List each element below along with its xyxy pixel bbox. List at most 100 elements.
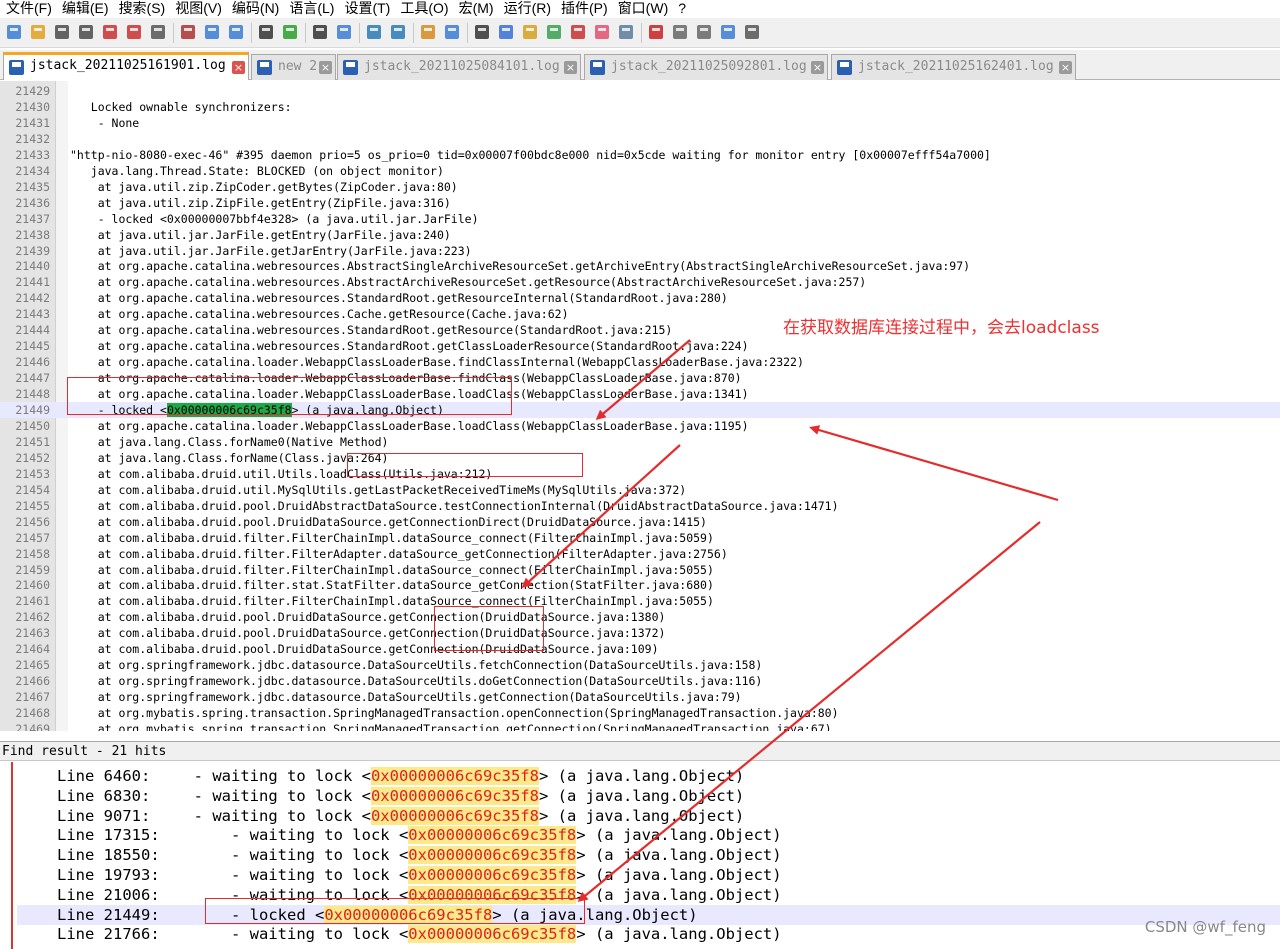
editor-line: 21456 at com.alibaba.druid.pool.DruidDat…: [0, 514, 1280, 530]
tab-label: jstack_20211025161901.log: [30, 58, 226, 73]
cut-icon[interactable]: [178, 22, 198, 42]
close-all-icon[interactable]: [124, 22, 144, 42]
menu-item-8[interactable]: 宏(M): [455, 0, 498, 16]
paste-icon[interactable]: [226, 22, 246, 42]
print-icon[interactable]: [148, 22, 168, 42]
editor-line: 21458 at com.alibaba.druid.filter.Filter…: [0, 546, 1280, 562]
copy-icon[interactable]: [202, 22, 222, 42]
find-result-row[interactable]: Line 19793: - waiting to lock <0x0000000…: [17, 865, 1280, 885]
line-text: at org.apache.catalina.loader.WebappClas…: [70, 418, 749, 433]
find-line-label: Line 21449:: [57, 905, 160, 924]
line-number: 21432: [15, 131, 50, 146]
doc-map-icon[interactable]: [544, 22, 564, 42]
toolbar-separator: [173, 23, 174, 43]
redo-icon[interactable]: [280, 22, 300, 42]
menu-item-2[interactable]: 搜索(S): [115, 0, 170, 16]
monitoring-icon[interactable]: [616, 22, 636, 42]
menu-item-7[interactable]: 工具(O): [396, 0, 452, 16]
find-result-header: Find result - 21 hits: [0, 741, 1280, 761]
find-line-label: Line 9071:: [57, 806, 151, 825]
find-result-row[interactable]: Line 17315: - waiting to lock <0x0000000…: [17, 825, 1280, 845]
find-result-row[interactable]: Line 18550: - waiting to lock <0x0000000…: [17, 845, 1280, 865]
undo-icon[interactable]: [256, 22, 276, 42]
save-icon[interactable]: [52, 22, 72, 42]
editor-line: 21462 at com.alibaba.druid.pool.DruidDat…: [0, 609, 1280, 625]
indent-guide-icon[interactable]: [520, 22, 540, 42]
line-text: at java.util.zip.ZipCoder.getBytes(ZipCo…: [70, 179, 458, 194]
tab-close-icon[interactable]: ×: [564, 61, 577, 74]
close-icon[interactable]: [100, 22, 120, 42]
line-number: 21435: [15, 179, 50, 194]
tab-close-icon[interactable]: ×: [1059, 61, 1072, 74]
find-text-post: > (a java.lang.Object): [576, 885, 782, 904]
toolbar-separator: [305, 23, 306, 43]
play-macro-icon[interactable]: [694, 22, 714, 42]
menu-item-3[interactable]: 视图(V): [171, 0, 226, 16]
find-result-row[interactable]: Line 6460: - waiting to lock <0x00000006…: [17, 766, 1280, 786]
save-macro-icon[interactable]: [742, 22, 762, 42]
tab-close-icon[interactable]: ×: [232, 61, 245, 74]
tab-4[interactable]: jstack_20211025162401.log ×: [831, 54, 1076, 80]
find-result-row[interactable]: Line 6830: - waiting to lock <0x00000006…: [17, 786, 1280, 806]
line-number: 21430: [15, 99, 50, 114]
find-line-label: Line 6830:: [57, 786, 151, 805]
editor-line: 21445 at org.apache.catalina.webresource…: [0, 338, 1280, 354]
menu-item-11[interactable]: 窗口(W): [614, 0, 673, 16]
find-icon[interactable]: [310, 22, 330, 42]
tab-3[interactable]: jstack_20211025092801.log ×: [584, 54, 828, 80]
new-file-icon[interactable]: [4, 22, 24, 42]
tab-label: new 2: [278, 59, 318, 74]
menu-item-12[interactable]: ?: [674, 0, 690, 16]
editor-line: 21452 at java.lang.Class.forName(Class.j…: [0, 450, 1280, 466]
menu-item-0[interactable]: 文件(F): [2, 0, 56, 16]
line-number: 21468: [15, 706, 50, 721]
menu-item-5[interactable]: 语言(L): [285, 0, 338, 16]
menu-item-10[interactable]: 插件(P): [557, 0, 612, 16]
line-number: 21440: [15, 259, 50, 274]
tab-bar: jstack_20211025161901.log × new 2 × jstack_2…: [0, 50, 1280, 80]
folder-workspace-icon[interactable]: [592, 22, 612, 42]
replace-icon[interactable]: [334, 22, 354, 42]
line-number: 21460: [15, 578, 50, 593]
record-macro-icon[interactable]: [646, 22, 666, 42]
stop-record-icon[interactable]: [670, 22, 690, 42]
save-all-icon[interactable]: [76, 22, 96, 42]
find-text-post: > (a java.lang.Object): [576, 925, 782, 944]
tab-2[interactable]: jstack_20211025084101.log ×: [337, 54, 581, 80]
annotation-box-getconnection: [434, 606, 544, 651]
open-file-icon[interactable]: [28, 22, 48, 42]
line-number: 21448: [15, 387, 50, 402]
function-list-icon[interactable]: [568, 22, 588, 42]
sync-vertical-icon[interactable]: [418, 22, 438, 42]
find-result-row[interactable]: Line 9071: - waiting to lock <0x00000006…: [17, 806, 1280, 826]
line-text: at com.alibaba.druid.filter.FilterChainI…: [70, 530, 714, 545]
menu-item-4[interactable]: 编码(N): [228, 0, 283, 16]
show-all-chars-icon[interactable]: [496, 22, 516, 42]
editor-line: 21465 at org.springframework.jdbc.dataso…: [0, 657, 1280, 673]
menu-item-1[interactable]: 编辑(E): [58, 0, 113, 16]
line-text: at java.lang.Class.forName(Class.java:26…: [70, 450, 389, 465]
run-macro-multiple-icon[interactable]: [718, 22, 738, 42]
menu-item-9[interactable]: 运行(R): [500, 0, 555, 16]
find-result-panel[interactable]: Line 6460: - waiting to lock <0x00000006…: [0, 762, 1280, 949]
tab-close-icon[interactable]: ×: [319, 61, 332, 74]
editor-line: 21432: [0, 131, 1280, 147]
tab-close-icon[interactable]: ×: [811, 61, 824, 74]
line-number: 21462: [15, 610, 50, 625]
menu-item-6[interactable]: 设置(T): [340, 0, 394, 16]
find-match-highlight: 0x00000006c69c35f8: [408, 925, 577, 944]
sync-horizontal-icon[interactable]: [442, 22, 462, 42]
tab-1[interactable]: new 2 ×: [251, 54, 336, 80]
line-text: at org.apache.catalina.webresources.Abst…: [70, 275, 867, 290]
line-number: 21434: [15, 163, 50, 178]
word-wrap-icon[interactable]: [472, 22, 492, 42]
tab-0[interactable]: jstack_20211025161901.log ×: [3, 52, 249, 80]
zoom-in-icon[interactable]: [364, 22, 384, 42]
zoom-out-icon[interactable]: [388, 22, 408, 42]
editor-line: 21450 at org.apache.catalina.loader.Weba…: [0, 418, 1280, 434]
annotation-box-find-locked: [205, 898, 585, 924]
line-number: 21449: [15, 403, 50, 417]
find-result-row[interactable]: Line 21766: - waiting to lock <0x0000000…: [17, 924, 1280, 944]
line-number: 21469: [15, 722, 50, 731]
line-number: 21445: [15, 339, 50, 354]
